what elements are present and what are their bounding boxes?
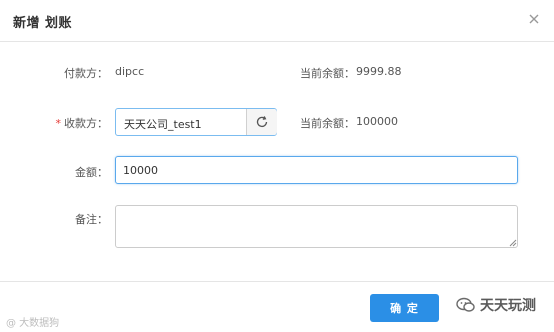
- payer-balance-value: 9999.88: [356, 65, 402, 78]
- dialog-header: 新增 划账: [0, 0, 554, 42]
- dialog-title: 新增 划账: [13, 16, 73, 31]
- transfer-dialog: 新增 划账 付款方： dipcc 当前余额： 9999.88 * 收款方： 天天公…: [0, 0, 554, 332]
- payer-label: 付款方：: [64, 67, 108, 80]
- payee-value: 天天公司_test1: [124, 118, 202, 131]
- refresh-button[interactable]: [246, 109, 277, 135]
- confirm-button[interactable]: 确 定: [370, 294, 439, 322]
- payee-balance-value: 100000: [356, 115, 398, 128]
- wechat-icon: [456, 297, 475, 312]
- note-textarea[interactable]: [115, 205, 518, 248]
- payee-label: 收款方：: [64, 117, 108, 130]
- payee-label-wrap: * 收款方：: [8, 115, 109, 131]
- watermark-left: @ 大数据狗: [6, 318, 60, 329]
- payee-balance-label: 当前余额：: [300, 117, 355, 130]
- note-label: 备注：: [75, 213, 108, 226]
- close-icon[interactable]: [524, 9, 544, 29]
- payer-value: dipcc: [115, 65, 145, 78]
- amount-label: 金额：: [75, 166, 108, 179]
- watermark-right: 天天玩测: [456, 295, 536, 315]
- refresh-icon: [256, 116, 268, 128]
- resize-grip-icon[interactable]: [508, 238, 517, 247]
- required-mark: *: [55, 117, 62, 130]
- payee-select[interactable]: 天天公司_test1: [115, 108, 277, 136]
- payer-balance-label: 当前余额：: [300, 67, 355, 80]
- watermark-right-text: 天天玩测: [480, 298, 536, 314]
- amount-input[interactable]: [115, 156, 518, 184]
